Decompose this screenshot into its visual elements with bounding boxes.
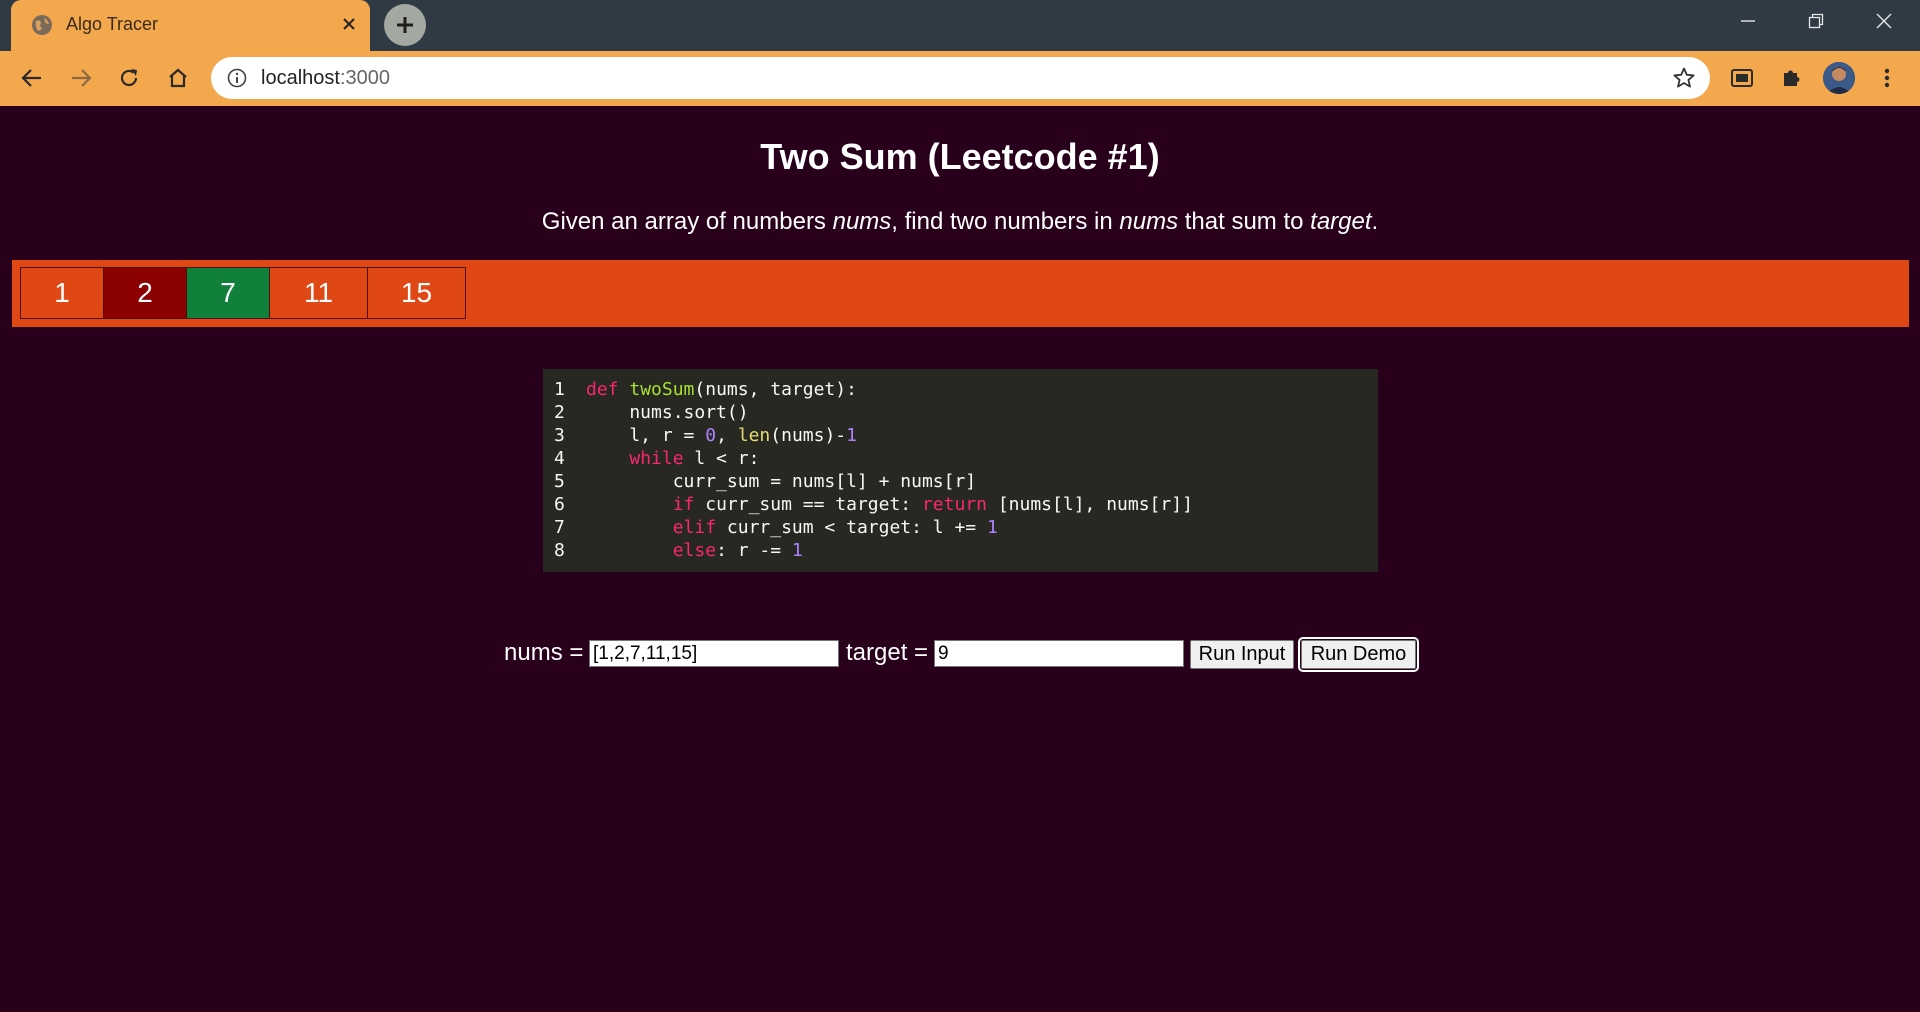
line-number: 5 xyxy=(554,471,565,492)
page-title: Two Sum (Leetcode #1) xyxy=(760,136,1160,177)
array-visualization: 1 2 7 11 15 xyxy=(12,260,1909,327)
code-line: 6 if curr_sum == target: return [nums[l]… xyxy=(554,494,1193,515)
code-block: 1 def twoSum(nums, target): 2 nums.sort()… xyxy=(543,369,1378,572)
line-number: 1 xyxy=(554,379,565,400)
array-cell: 1 xyxy=(20,267,104,319)
code-line: 2 nums.sort() xyxy=(554,402,749,423)
target-label: target = xyxy=(846,639,929,666)
line-number: 7 xyxy=(554,517,565,538)
code-line: 4 while l < r: xyxy=(554,448,760,469)
code-line: 8 else: r -= 1 xyxy=(554,540,803,561)
line-number: 4 xyxy=(554,448,565,469)
array-cell: 15 xyxy=(367,267,466,319)
code-line: 3 l, r = 0, len(nums)-1 xyxy=(554,425,857,446)
code-line: 1 def twoSum(nums, target): xyxy=(554,379,857,400)
nums-label: nums = xyxy=(504,639,584,666)
array-cells: 1 2 7 11 15 xyxy=(20,267,466,319)
nums-input[interactable] xyxy=(589,640,839,667)
screen-capture-icon xyxy=(1731,69,1753,87)
array-cell-left-pointer: 2 xyxy=(103,267,187,319)
forward-button[interactable] xyxy=(65,62,97,94)
screen-capture-button[interactable] xyxy=(1726,62,1758,94)
home-icon xyxy=(169,68,187,88)
minimize-icon xyxy=(1741,20,1755,22)
restore-button[interactable] xyxy=(1784,0,1848,42)
tab-title: Algo Tracer xyxy=(66,14,159,34)
problem-description: Given an array of numbers nums, find two… xyxy=(541,208,1379,235)
more-vertical-icon xyxy=(1884,68,1890,88)
puzzle-icon xyxy=(1784,70,1800,86)
array-cell-right-pointer: 7 xyxy=(186,267,270,319)
profile-avatar[interactable] xyxy=(1823,62,1855,94)
arrow-right-icon xyxy=(72,69,92,87)
close-window-button[interactable] xyxy=(1852,0,1916,42)
back-button[interactable] xyxy=(16,62,48,94)
info-icon[interactable] xyxy=(227,68,247,88)
home-button[interactable] xyxy=(162,62,194,94)
line-number: 2 xyxy=(554,402,565,423)
avatar-icon xyxy=(1823,62,1855,94)
address-bar[interactable]: localhost:3000 xyxy=(211,57,1710,99)
new-tab-button[interactable] xyxy=(384,4,426,46)
code-line: 7 elif curr_sum < target: l += 1 xyxy=(554,517,998,538)
star-icon[interactable] xyxy=(1672,66,1696,90)
run-input-button[interactable]: Run Input xyxy=(1190,640,1294,669)
extensions-button[interactable] xyxy=(1775,62,1807,94)
browser-tab[interactable]: Algo Tracer xyxy=(11,0,370,51)
tab-strip: Algo Tracer xyxy=(0,0,1920,51)
close-icon xyxy=(343,18,355,30)
run-demo-button[interactable]: Run Demo xyxy=(1298,637,1419,672)
minimize-button[interactable] xyxy=(1716,0,1780,42)
reload-icon xyxy=(120,69,138,87)
menu-button[interactable] xyxy=(1871,62,1903,94)
line-number: 8 xyxy=(554,540,565,561)
close-icon xyxy=(1876,13,1892,29)
url-text: localhost:3000 xyxy=(261,67,390,89)
input-controls: nums = target = Run Input Run Demo xyxy=(0,637,1920,672)
line-number: 6 xyxy=(554,494,565,515)
restore-icon xyxy=(1808,13,1824,29)
reload-button[interactable] xyxy=(113,62,145,94)
globe-icon xyxy=(32,15,52,35)
arrow-left-icon xyxy=(21,69,41,87)
code-line: 5 curr_sum = nums[l] + nums[r] xyxy=(554,471,977,492)
browser-toolbar: localhost:3000 xyxy=(0,51,1920,106)
target-input[interactable] xyxy=(934,640,1184,667)
plus-icon xyxy=(397,17,413,33)
array-cell: 11 xyxy=(269,267,368,319)
close-tab-button[interactable] xyxy=(335,10,363,38)
line-number: 3 xyxy=(554,425,565,446)
